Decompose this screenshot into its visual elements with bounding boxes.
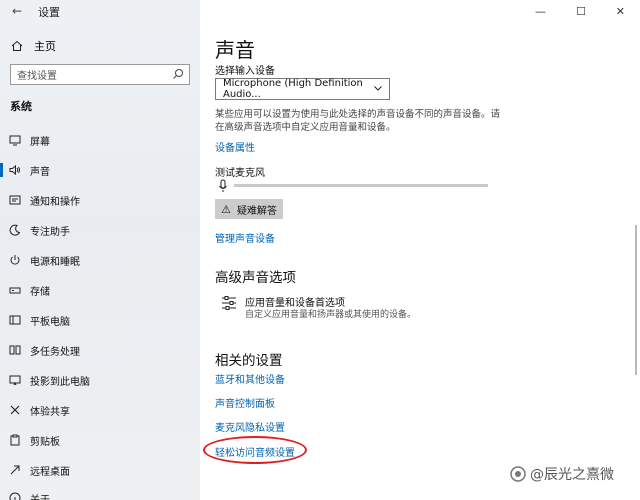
sidebar-item-label: 屏幕	[30, 136, 50, 148]
power-icon	[9, 254, 21, 266]
sidebar-item-clipboard[interactable]: 剪贴板	[0, 428, 200, 452]
sidebar-item-sound[interactable]: 声音	[0, 158, 200, 182]
input-device-value: Microphone (High Definition Audio...	[223, 78, 363, 100]
related-link-sound-control-panel[interactable]: 声音控制面板	[215, 395, 275, 410]
mic-level-meter	[234, 184, 488, 187]
sidebar-item-label: 投影到此电脑	[30, 376, 90, 388]
chevron-down-icon	[373, 83, 383, 93]
search-placeholder: 查找设置	[17, 71, 57, 82]
sidebar-item-remote-desktop[interactable]: 远程桌面	[0, 458, 200, 482]
input-device-select[interactable]: Microphone (High Definition Audio...	[215, 78, 390, 100]
back-arrow-icon: ←	[11, 4, 23, 18]
manage-sound-devices-link[interactable]: 管理声音设备	[215, 230, 275, 245]
sidebar-item-label: 剪贴板	[30, 436, 60, 448]
sidebar-item-projecting[interactable]: 投影到此电脑	[0, 368, 200, 392]
scrollbar[interactable]	[635, 225, 637, 375]
sidebar-item-shared-experiences[interactable]: 体验共享	[0, 398, 200, 422]
watermark-text: @辰光之熹微	[530, 467, 614, 483]
sidebar-item-focus-assist[interactable]: 专注助手	[0, 218, 200, 242]
microphone-icon	[218, 178, 228, 192]
main-content: — ☐ ✕ 声音 选择输入设备 Microphone (High Definit…	[200, 0, 640, 500]
clipboard-icon	[9, 434, 21, 446]
window-controls: — ☐ ✕	[520, 0, 640, 22]
input-device-label: 选择输入设备	[215, 66, 275, 77]
close-button[interactable]: ✕	[616, 5, 625, 18]
remote-desktop-icon	[9, 464, 21, 476]
multitask-icon	[9, 344, 21, 356]
back-button[interactable]: ←	[8, 3, 26, 19]
page-title: 声音	[215, 38, 255, 62]
sidebar-item-label: 远程桌面	[30, 466, 70, 478]
share-icon	[9, 404, 21, 416]
app-title: 设置	[38, 6, 60, 19]
input-info-text: 某些应用可以设置为使用与此处选择的声音设备不同的声音设备。请在高级声音选项中自定…	[215, 109, 501, 133]
watermark-logo-icon	[510, 466, 526, 482]
projector-icon	[9, 374, 21, 386]
title-bar: ← 设置	[0, 0, 200, 22]
warning-icon: ⚠	[221, 202, 231, 216]
search-input[interactable]: 查找设置	[10, 64, 190, 85]
related-link-bluetooth[interactable]: 蓝牙和其他设备	[215, 371, 285, 386]
sidebar-item-label: 体验共享	[30, 406, 70, 418]
sidebar-item-about[interactable]: 关于	[0, 486, 200, 500]
notification-icon	[9, 194, 21, 206]
sidebar-item-storage[interactable]: 存储	[0, 278, 200, 302]
home-icon	[10, 39, 24, 53]
storage-icon	[9, 284, 21, 296]
sidebar-item-label: 通知和操作	[30, 196, 80, 208]
sidebar-item-label: 存储	[30, 286, 50, 298]
sliders-icon[interactable]	[220, 294, 238, 312]
sidebar-item-power[interactable]: 电源和睡眠	[0, 248, 200, 272]
sidebar-item-label: 平板电脑	[30, 316, 70, 328]
sidebar-item-label: 多任务处理	[30, 346, 80, 358]
active-indicator	[0, 163, 3, 177]
tablet-icon	[9, 314, 21, 326]
sidebar-item-label: 电源和睡眠	[30, 256, 80, 268]
app-volume-item-desc: 自定义应用音量和扬声器或其使用的设备。	[245, 310, 417, 320]
sidebar-item-label: 关于	[30, 494, 50, 500]
sidebar-item-multitasking[interactable]: 多任务处理	[0, 338, 200, 362]
info-icon	[9, 492, 21, 500]
related-link-ease-of-access-audio[interactable]: 轻松访问音频设置	[215, 444, 295, 459]
device-properties-link[interactable]: 设备属性	[215, 139, 255, 154]
speaker-icon	[9, 164, 21, 176]
advanced-section-title: 高级声音选项	[215, 270, 296, 286]
troubleshoot-button[interactable]: ⚠ 疑难解答	[215, 199, 283, 219]
minimize-button[interactable]: —	[535, 5, 546, 18]
monitor-icon	[9, 134, 21, 146]
troubleshoot-label: 疑难解答	[236, 205, 277, 217]
maximize-button[interactable]: ☐	[576, 5, 586, 18]
sidebar-item-display[interactable]: 屏幕	[0, 128, 200, 152]
moon-icon	[9, 224, 21, 236]
sidebar: ← 设置 主页 查找设置 系统 屏幕 声音 通知和操作 专注助手 电源和睡眠 存…	[0, 0, 200, 500]
home-label: 主页	[34, 40, 56, 53]
watermark: @辰光之熹微	[510, 464, 614, 484]
home-nav[interactable]: 主页	[10, 37, 190, 55]
sidebar-item-tablet[interactable]: 平板电脑	[0, 308, 200, 332]
sidebar-item-label: 声音	[30, 166, 50, 178]
related-link-mic-privacy[interactable]: 麦克风隐私设置	[215, 419, 285, 434]
group-label-system: 系统	[10, 100, 32, 113]
sidebar-item-label: 专注助手	[30, 226, 70, 238]
test-mic-label: 测试麦克风	[215, 168, 265, 179]
search-icon[interactable]	[172, 68, 184, 80]
sidebar-item-notifications[interactable]: 通知和操作	[0, 188, 200, 212]
related-settings-title: 相关的设置	[215, 353, 283, 369]
